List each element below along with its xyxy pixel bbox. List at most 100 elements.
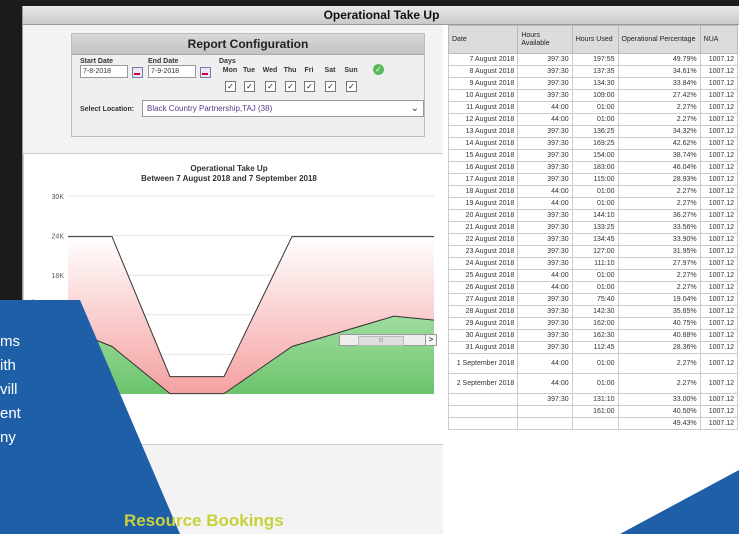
table-cell: 1007.12: [699, 221, 739, 234]
day-checkbox-sat[interactable]: ✓: [325, 81, 336, 92]
table-cell: 28.93%: [617, 173, 701, 186]
table-cell: 33.90%: [617, 233, 701, 246]
table-cell: [517, 417, 573, 430]
table-cell: 44:00: [517, 113, 573, 126]
table-cell: 30 August 2018: [447, 329, 519, 342]
config-title: Report Configuration: [72, 34, 424, 55]
table-cell: 397:30: [517, 293, 573, 306]
chevron-right-icon[interactable]: >: [425, 335, 436, 345]
table-cell: 25 August 2018: [447, 269, 519, 282]
table-cell: 17 August 2018: [447, 173, 519, 186]
y-tick-label: 24K: [52, 234, 65, 241]
table-cell: 10 August 2018: [447, 89, 519, 102]
table-cell: 397:30: [517, 245, 573, 258]
location-value: Black Country Partnership,TAJ (38): [147, 104, 273, 113]
table-cell: 197:55: [571, 53, 619, 66]
table-cell: 1007.12: [699, 353, 739, 374]
table-cell: [447, 393, 519, 406]
table-row: 17 August 2018 397:30 115:00 28.93% 1007.12: [447, 173, 739, 186]
table-cell: 21 August 2018: [447, 221, 519, 234]
table-cell: 1007.12: [699, 65, 739, 78]
day-label-fri: Fri: [304, 67, 314, 74]
table-cell: 31 August 2018: [447, 341, 519, 354]
results-table: Date Hours Available Hours Used Operatio…: [447, 25, 739, 430]
table-cell: 131:10: [571, 393, 619, 406]
start-date-input[interactable]: 7-8-2018: [80, 65, 128, 78]
day-checkbox-thu[interactable]: ✓: [285, 81, 296, 92]
table-cell: 23 August 2018: [447, 245, 519, 258]
table-cell: 2.27%: [617, 185, 701, 198]
table-header-row: Date Hours Available Hours Used Operatio…: [447, 25, 739, 54]
day-label-tue: Tue: [243, 67, 255, 74]
chart-title: Operational Take Up: [190, 164, 268, 173]
y-tick-label: 30K: [52, 194, 65, 201]
banner-text-line-4: ent: [0, 405, 21, 422]
table-cell: 115:00: [571, 173, 619, 186]
location-select[interactable]: Black Country Partnership,TAJ (38) ⌄: [142, 100, 424, 117]
table-row: 19 August 2018 44:00 01:00 2.27% 1007.12: [447, 197, 739, 210]
apply-check-icon[interactable]: ✓: [373, 64, 384, 75]
table-cell: 2.27%: [617, 373, 701, 394]
end-date-input[interactable]: 7-9-2018: [148, 65, 196, 78]
calendar-icon[interactable]: [200, 67, 211, 78]
end-date-label: End Date: [148, 58, 179, 65]
table-cell: 397:30: [517, 257, 573, 270]
table-cell: 01:00: [571, 269, 619, 282]
table-cell: 1007.12: [699, 137, 739, 150]
table-row: 397:30 131:10 33.00% 1007.12: [447, 393, 739, 406]
table-cell: [447, 417, 519, 430]
col-header-hours-available: Hours Available: [517, 25, 573, 54]
table-cell: 161:00: [571, 405, 619, 418]
chevron-down-icon: ⌄: [410, 103, 419, 114]
table-cell: 1007.12: [699, 173, 739, 186]
report-window: Operational Take Up Report Configuration…: [22, 6, 739, 534]
table-row: 161:00 40.50% 1007.12: [447, 405, 739, 418]
table-cell: 01:00: [571, 353, 619, 374]
table-cell: 75:40: [571, 293, 619, 306]
operational-chart: Operational Take Up Between 7 August 201…: [23, 153, 445, 445]
day-checkbox-tue[interactable]: ✓: [244, 81, 255, 92]
day-checkbox-sun[interactable]: ✓: [346, 81, 357, 92]
day-checkbox-wed[interactable]: ✓: [265, 81, 276, 92]
table-cell: 01:00: [571, 281, 619, 294]
table-cell: 01:00: [571, 185, 619, 198]
table-cell: 22 August 2018: [447, 233, 519, 246]
chart-horizontal-scrollbar[interactable]: III >: [339, 334, 437, 346]
table-cell: 162:30: [571, 329, 619, 342]
table-cell: 44:00: [517, 101, 573, 114]
table-cell: 2 September 2018: [447, 373, 519, 394]
table-cell: 397:30: [517, 161, 573, 174]
scrollbar-thumb[interactable]: III: [358, 336, 404, 346]
table-cell: 1007.12: [699, 77, 739, 90]
day-label-thu: Thu: [283, 67, 297, 74]
table-cell: 1007.12: [699, 341, 739, 354]
day-label-sat: Sat: [324, 67, 336, 74]
table-row: 15 August 2018 397:30 154:00 38.74% 1007.12: [447, 149, 739, 162]
table-row: 21 August 2018 397:30 133:25 33.56% 1007.12: [447, 221, 739, 234]
day-checkbox-mon[interactable]: ✓: [225, 81, 236, 92]
table-cell: 44:00: [517, 197, 573, 210]
table-row: 10 August 2018 397:30 109:00 27.42% 1007.12: [447, 89, 739, 102]
table-cell: 19 August 2018: [447, 197, 519, 210]
table-row: 31 August 2018 397:30 112:45 28.36% 1007.12: [447, 341, 739, 354]
table-row: 2 September 2018 44:00 01:00 2.27% 1007.12: [447, 373, 739, 394]
table-cell: 183:00: [571, 161, 619, 174]
banner-text-line-1: ms: [0, 333, 20, 350]
table-cell: 20 August 2018: [447, 209, 519, 222]
table-cell: 397:30: [517, 173, 573, 186]
table-cell: 162:00: [571, 317, 619, 330]
table-cell: 144:10: [571, 209, 619, 222]
day-label-sun: Sun: [344, 67, 358, 74]
calendar-icon[interactable]: [132, 67, 143, 78]
col-header-nua: NUA: [699, 25, 739, 54]
table-cell: 2.27%: [617, 113, 701, 126]
table-cell: 27.42%: [617, 89, 701, 102]
table-cell: 14 August 2018: [447, 137, 519, 150]
table-cell: 27.97%: [617, 257, 701, 270]
table-cell: 40.50%: [617, 405, 701, 418]
table-row: 16 August 2018 397:30 183:00 46.04% 1007.12: [447, 161, 739, 174]
day-checkbox-fri[interactable]: ✓: [304, 81, 315, 92]
report-configuration-panel: Report Configuration Start Date End Date…: [71, 33, 425, 137]
table-cell: 13 August 2018: [447, 125, 519, 138]
results-table-pane: Date Hours Available Hours Used Operatio…: [443, 25, 739, 534]
